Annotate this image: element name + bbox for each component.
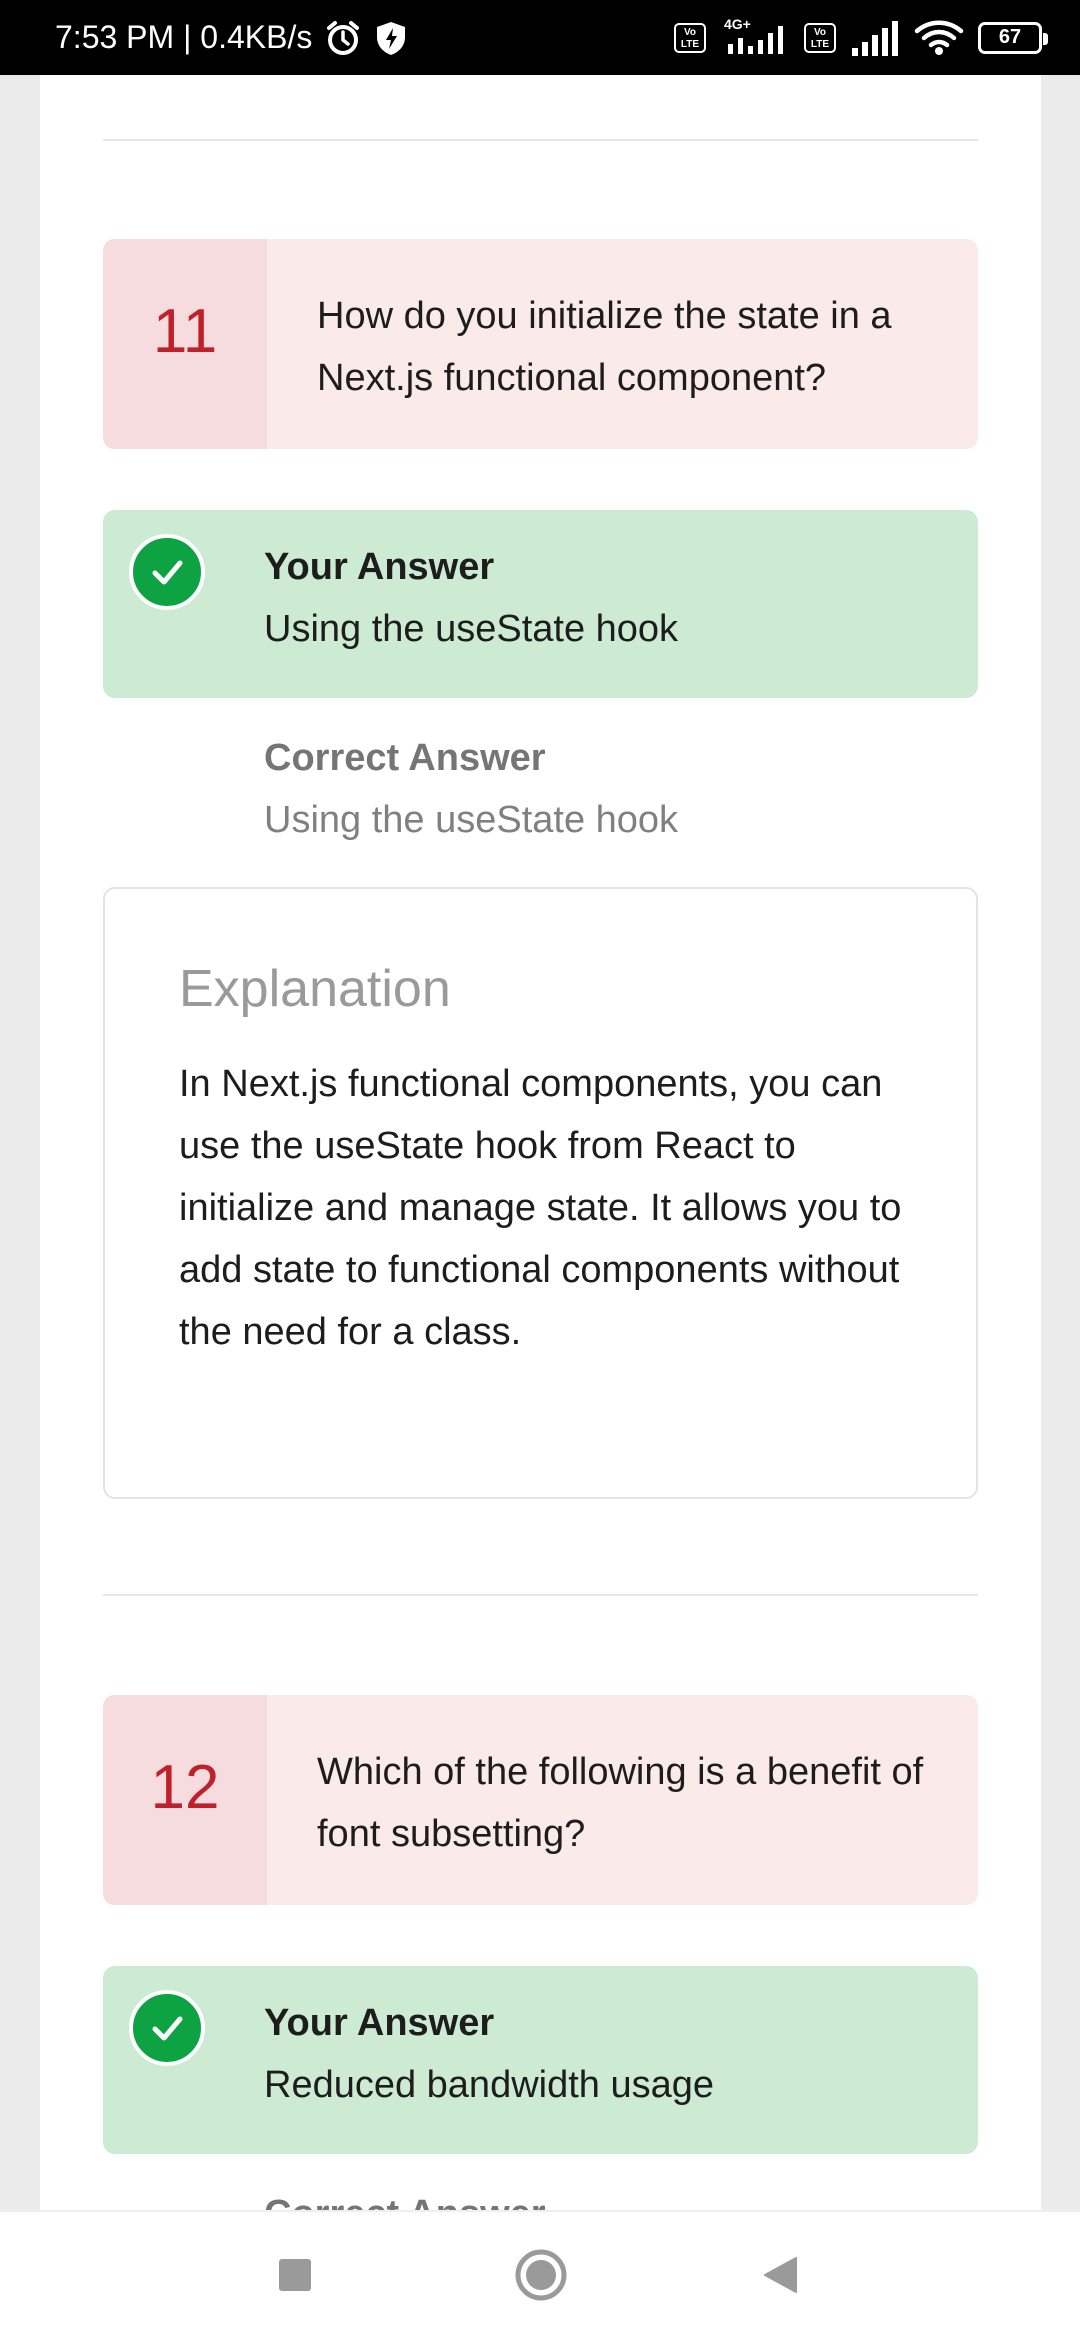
check-icon bbox=[129, 1990, 205, 2066]
correct-answer-label: Correct Answer bbox=[264, 2193, 546, 2210]
quiz-results-page[interactable]: 11 How do you initialize the state in a … bbox=[40, 75, 1041, 2210]
your-answer-box: Your Answer Reduced bandwidth usage bbox=[103, 1966, 978, 2154]
correct-answer-label: Correct Answer bbox=[264, 737, 546, 779]
question-text: How do you initialize the state in a Nex… bbox=[317, 295, 892, 399]
status-bar: 7:53 PM | 0.4KB/s Vo LTE 4G+ Vo LTE 67 bbox=[0, 0, 1080, 75]
wifi-icon bbox=[914, 20, 964, 55]
status-left: 7:53 PM | 0.4KB/s bbox=[55, 0, 408, 75]
battery-level: 67 bbox=[998, 26, 1022, 48]
circle-icon[interactable] bbox=[514, 2248, 568, 2302]
volte-icon: Vo LTE bbox=[674, 22, 706, 53]
question-card: 12 Which of the following is a benefit o… bbox=[103, 1695, 978, 1905]
your-answer-text: Reduced bandwidth usage bbox=[264, 2064, 715, 2106]
your-answer-label: Your Answer bbox=[264, 2002, 495, 2044]
shield-bolt-icon bbox=[377, 21, 406, 55]
signal-4g-icon: 4G+ bbox=[720, 16, 790, 58]
check-icon bbox=[129, 534, 205, 610]
correct-answer-text: Using the useState hook bbox=[264, 799, 679, 841]
divider bbox=[103, 1594, 978, 1596]
question-number: 11 bbox=[103, 239, 267, 449]
square-icon[interactable] bbox=[278, 2258, 312, 2292]
question-number: 12 bbox=[103, 1695, 267, 1905]
your-answer-label: Your Answer bbox=[264, 546, 495, 588]
battery-icon: 67 bbox=[978, 21, 1048, 54]
explanation-text: In Next.js functional components, you ca… bbox=[179, 1063, 902, 1353]
divider bbox=[103, 139, 978, 141]
signal-icon bbox=[852, 20, 898, 56]
alarm-icon bbox=[327, 20, 360, 55]
explanation-box: Explanation In Next.js functional compon… bbox=[103, 887, 978, 1499]
explanation-title: Explanation bbox=[179, 960, 451, 1018]
your-answer-text: Using the useState hook bbox=[264, 608, 679, 650]
your-answer-box: Your Answer Using the useState hook bbox=[103, 510, 978, 698]
status-time-speed: 7:53 PM | 0.4KB/s bbox=[55, 19, 313, 55]
volte-icon-2: Vo LTE bbox=[804, 22, 836, 53]
question-card: 11 How do you initialize the state in a … bbox=[103, 239, 978, 449]
question-text: Which of the following is a benefit of f… bbox=[317, 1751, 924, 1855]
navigation-bar bbox=[0, 2210, 1080, 2340]
triangle-back-icon[interactable] bbox=[762, 2256, 798, 2294]
status-right: Vo LTE 4G+ Vo LTE 67 bbox=[674, 0, 1048, 75]
